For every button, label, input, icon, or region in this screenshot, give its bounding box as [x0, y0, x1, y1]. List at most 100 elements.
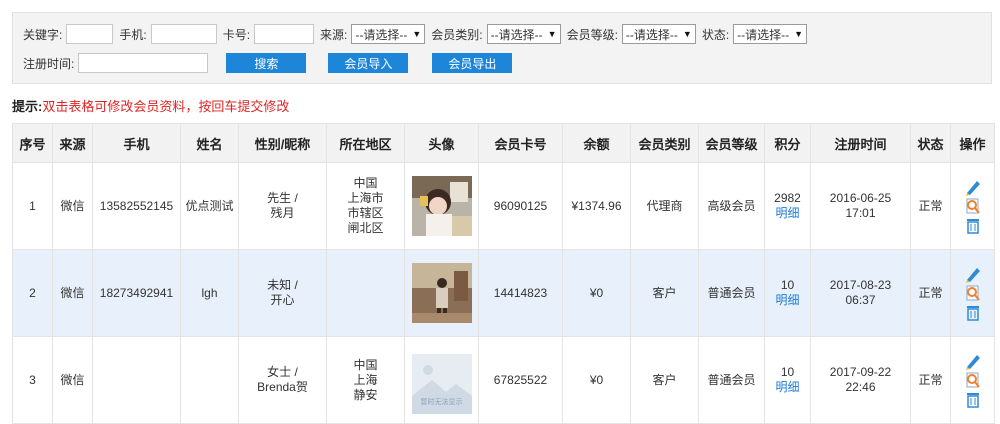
cell-points[interactable]: 10 明细: [764, 336, 811, 424]
cell-status[interactable]: 正常: [910, 336, 951, 424]
delete-trash-icon[interactable]: [963, 303, 983, 321]
status-select[interactable]: --请选择-- ▼: [733, 24, 808, 44]
cell-level[interactable]: 普通会员: [698, 249, 765, 337]
col-header: 所在地区: [326, 123, 405, 163]
import-button[interactable]: 会员导入: [328, 53, 409, 73]
view-detail-icon[interactable]: [963, 284, 983, 302]
col-header: 性别/昵称: [238, 123, 327, 163]
delete-trash-icon[interactable]: [963, 216, 983, 234]
cell-source[interactable]: 微信: [52, 249, 93, 337]
level-select[interactable]: --请选择-- ▼: [621, 24, 696, 44]
points-detail-link[interactable]: 明细: [766, 206, 809, 221]
cell-seq[interactable]: 2: [12, 249, 53, 337]
cell-status[interactable]: 正常: [910, 162, 951, 250]
cell-level[interactable]: 普通会员: [698, 336, 765, 424]
edit-pencil-icon[interactable]: [963, 352, 983, 370]
gender: 女士 /: [267, 365, 298, 379]
source-select[interactable]: --请选择-- ▼: [351, 24, 426, 44]
cell-name[interactable]: 优点测试: [180, 162, 239, 250]
cell-card[interactable]: 67825522: [478, 336, 563, 424]
cell-type[interactable]: 客户: [630, 336, 699, 424]
type-select[interactable]: --请选择-- ▼: [486, 24, 561, 44]
region-country: 中国: [353, 357, 378, 372]
cell-gender-nickname[interactable]: 未知 / 开心: [238, 249, 327, 337]
cell-card[interactable]: 96090125: [478, 162, 563, 250]
cell-balance[interactable]: ¥0: [562, 249, 631, 337]
view-detail-icon[interactable]: [963, 371, 983, 389]
cell-seq[interactable]: 3: [12, 336, 53, 424]
table-header-row: 序号 来源 手机 姓名 性别/昵称 所在地区 头像 会员卡号 余额 会员类别 会…: [12, 123, 995, 163]
cell-region[interactable]: 中国 上海 静安: [326, 336, 405, 424]
cell-phone[interactable]: [92, 336, 181, 424]
card-input[interactable]: [254, 24, 315, 44]
points-value: 2982: [774, 191, 801, 205]
cell-name[interactable]: [180, 336, 239, 424]
cell-avatar: 暂时无法显示: [404, 336, 479, 424]
cell-region[interactable]: [326, 249, 405, 337]
chevron-down-icon: ▼: [682, 29, 692, 39]
tip-line: 提示:双击表格可修改会员资料，按回车提交修改: [12, 96, 289, 115]
region-district: 闸北区: [347, 221, 384, 235]
delete-trash-icon[interactable]: [963, 390, 983, 408]
nickname: 开心: [270, 293, 295, 307]
tip-label: 提示:: [12, 99, 43, 114]
reg-time: 17:01: [845, 206, 876, 220]
points-detail-link[interactable]: 明细: [766, 380, 809, 395]
type-select-value: --请选择--: [490, 27, 543, 42]
cell-phone[interactable]: 18273492941: [92, 249, 181, 337]
keyword-input[interactable]: [66, 24, 114, 44]
card-label: 卡号:: [222, 27, 251, 42]
table-row[interactable]: 3 微信 女士 / Brenda贺 中国 上海 静安 暂时无法显示 678255…: [12, 336, 995, 424]
points-value: 10: [780, 365, 795, 379]
cell-points[interactable]: 2982 明细: [764, 162, 811, 250]
region-country: 中国: [353, 176, 378, 190]
gender: 先生 /: [267, 191, 298, 205]
cell-avatar: [404, 162, 479, 250]
regtime-label: 注册时间:: [23, 56, 75, 71]
gender: 未知 /: [267, 278, 298, 292]
cell-gender-nickname[interactable]: 先生 / 残月: [238, 162, 327, 250]
cell-regtime[interactable]: 2017-08-23 06:37: [810, 249, 911, 337]
reg-time: 06:37: [845, 293, 876, 307]
region-city: 市辖区: [347, 206, 384, 220]
cell-ops: [950, 162, 995, 250]
cell-source[interactable]: 微信: [52, 336, 93, 424]
table-row[interactable]: 1 微信 13582552145 优点测试 先生 / 残月 中国 上海市 市辖区…: [12, 162, 995, 250]
edit-pencil-icon[interactable]: [963, 265, 983, 283]
regtime-input[interactable]: [78, 53, 209, 73]
ops-group: [952, 178, 993, 234]
ops-group: [952, 352, 993, 408]
view-detail-icon[interactable]: [963, 197, 983, 215]
cell-level[interactable]: 高级会员: [698, 162, 765, 250]
cell-status[interactable]: 正常: [910, 249, 951, 337]
cell-regtime[interactable]: 2016-06-25 17:01: [810, 162, 911, 250]
edit-pencil-icon[interactable]: [963, 178, 983, 196]
cell-gender-nickname[interactable]: 女士 / Brenda贺: [238, 336, 327, 424]
points-detail-link[interactable]: 明细: [766, 293, 809, 308]
filter-row-1: 关键字: 手机: 卡号: 来源: --请选择-- ▼ 会员类别: --请选择--…: [23, 23, 813, 45]
cell-regtime[interactable]: 2017-09-22 22:46: [810, 336, 911, 424]
cell-seq[interactable]: 1: [12, 162, 53, 250]
col-header: 状态: [910, 123, 951, 163]
cell-balance[interactable]: ¥1374.96: [562, 162, 631, 250]
status-select-value: --请选择--: [737, 27, 790, 42]
export-button[interactable]: 会员导出: [432, 53, 513, 73]
reg-date: 2017-08-23: [829, 278, 892, 292]
search-button[interactable]: 搜索: [226, 53, 307, 73]
reg-date: 2017-09-22: [829, 365, 892, 379]
cell-region[interactable]: 中国 上海市 市辖区 闸北区: [326, 162, 405, 250]
cell-type[interactable]: 客户: [630, 249, 699, 337]
cell-name[interactable]: lgh: [180, 249, 239, 337]
table-row[interactable]: 2 微信 18273492941 lgh 未知 / 开心 14414823 ¥0…: [12, 249, 995, 337]
cell-phone[interactable]: 13582552145: [92, 162, 181, 250]
cell-ops: [950, 336, 995, 424]
phone-input[interactable]: [150, 24, 217, 44]
cell-card[interactable]: 14414823: [478, 249, 563, 337]
cell-points[interactable]: 10 明细: [764, 249, 811, 337]
nickname: 残月: [270, 206, 295, 220]
cell-source[interactable]: 微信: [52, 162, 93, 250]
source-label: 来源:: [320, 27, 348, 42]
cell-type[interactable]: 代理商: [630, 162, 699, 250]
cell-balance[interactable]: ¥0: [562, 336, 631, 424]
col-header: 注册时间: [810, 123, 911, 163]
